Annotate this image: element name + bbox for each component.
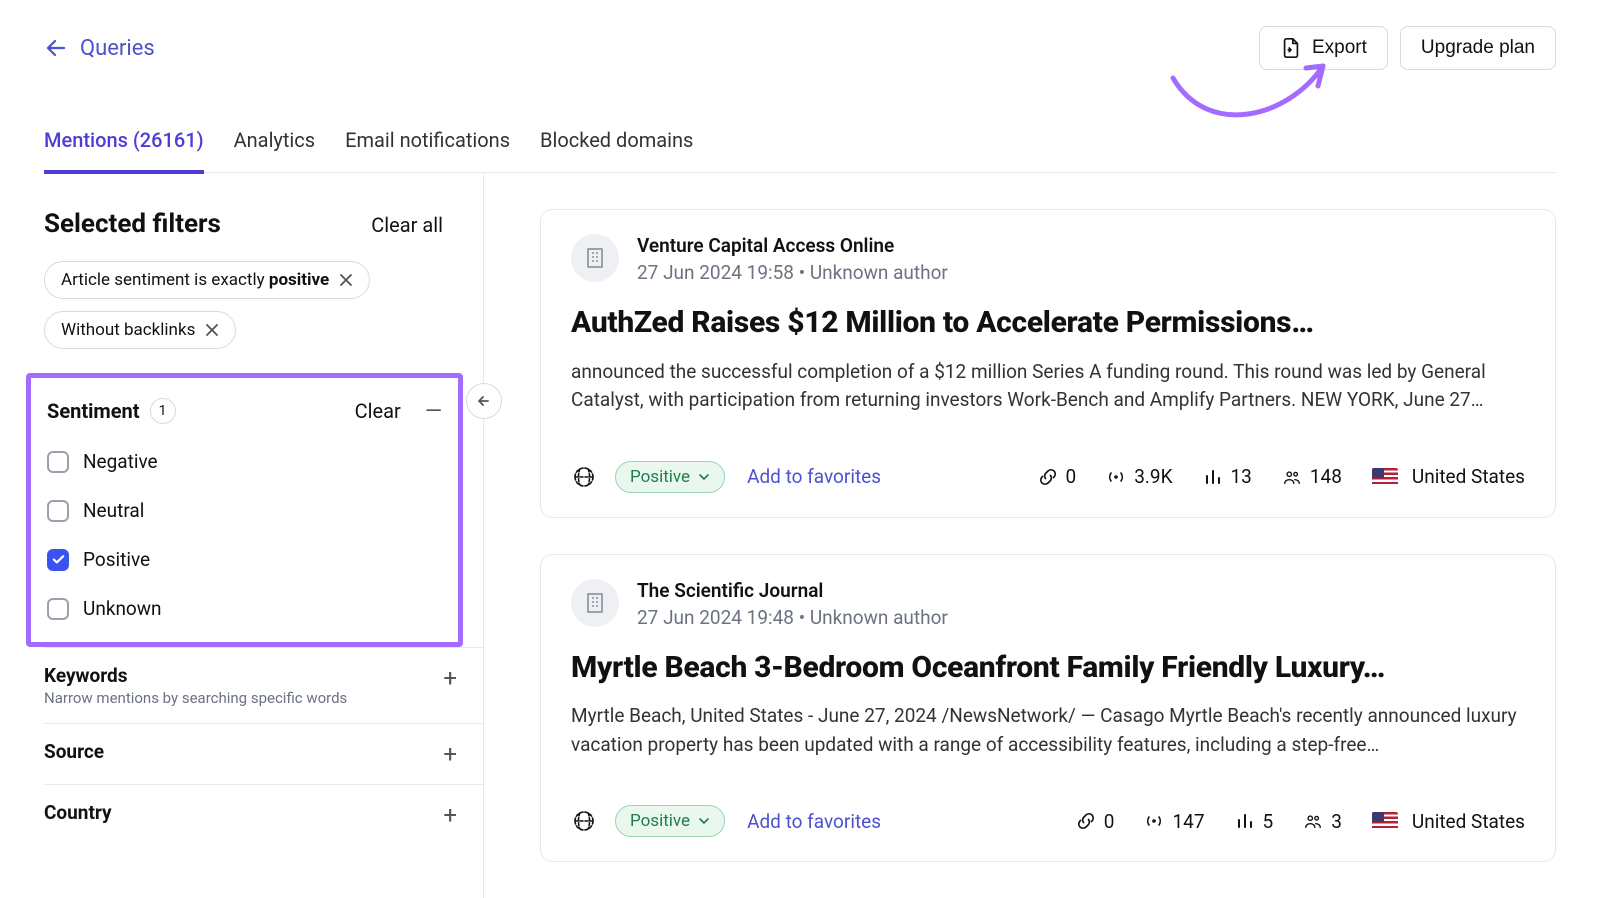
- keywords-title: Keywords: [44, 664, 347, 687]
- filters-sidebar: Selected filters Clear all Article senti…: [44, 173, 484, 898]
- broadcast-icon: [1106, 467, 1126, 487]
- building-icon: [583, 246, 607, 270]
- users-icon: [1303, 811, 1323, 831]
- metric-backlinks: 0: [1076, 810, 1115, 833]
- users-icon: [1282, 467, 1302, 487]
- mention-snippet: announced the successful completion of a…: [571, 358, 1525, 415]
- arrow-left-icon: [476, 393, 492, 409]
- upgrade-label: Upgrade plan: [1421, 37, 1535, 59]
- tabs: Mentions (26161) Analytics Email notific…: [44, 128, 1556, 173]
- link-icon: [1076, 811, 1096, 831]
- plus-icon: +: [443, 740, 457, 768]
- metric-audience: 148: [1282, 465, 1342, 488]
- metric-traffic: 5: [1235, 810, 1274, 833]
- sentiment-filter-section: Sentiment 1 Clear — Negative Neutral: [26, 373, 463, 647]
- clear-all-link[interactable]: Clear all: [371, 213, 443, 237]
- close-icon: [339, 273, 353, 287]
- metric-traffic: 13: [1203, 465, 1252, 488]
- collapse-sidebar-button[interactable]: [466, 383, 502, 419]
- plus-icon: +: [443, 801, 457, 829]
- tab-email-notifications[interactable]: Email notifications: [345, 128, 510, 172]
- sentiment-option-positive[interactable]: Positive: [47, 548, 442, 571]
- sentiment-clear-link[interactable]: Clear: [355, 399, 401, 423]
- minus-icon[interactable]: —: [425, 399, 442, 424]
- mention-card[interactable]: The Scientific Journal 27 Jun 2024 19:48…: [540, 554, 1556, 863]
- sentiment-option-neutral[interactable]: Neutral: [47, 499, 442, 522]
- building-icon: [583, 591, 607, 615]
- link-icon: [1038, 467, 1058, 487]
- checkbox-icon: [47, 598, 69, 620]
- metric-reach: 3.9K: [1106, 465, 1172, 488]
- add-to-favorites-link[interactable]: Add to favorites: [747, 810, 881, 833]
- mention-snippet: Myrtle Beach, United States - June 27, 2…: [571, 702, 1525, 759]
- export-button[interactable]: Export: [1259, 26, 1388, 70]
- mention-card[interactable]: Venture Capital Access Online 27 Jun 202…: [540, 209, 1556, 518]
- chart-icon: [1203, 467, 1223, 487]
- country-filter-section[interactable]: Country +: [44, 784, 483, 845]
- close-icon: [205, 323, 219, 337]
- selected-filters-title: Selected filters: [44, 209, 221, 239]
- publisher-icon: [571, 579, 619, 627]
- export-label: Export: [1312, 37, 1367, 59]
- metric-backlinks: 0: [1038, 465, 1077, 488]
- chevron-down-icon: [698, 815, 710, 827]
- metric-country: United States: [1372, 465, 1525, 488]
- metric-audience: 3: [1303, 810, 1342, 833]
- chip-text: Without backlinks: [61, 320, 195, 340]
- arrow-left-icon: [44, 36, 68, 60]
- add-to-favorites-link[interactable]: Add to favorites: [747, 465, 881, 488]
- source-title: Source: [44, 740, 104, 763]
- mentions-list: Venture Capital Access Online 27 Jun 202…: [484, 173, 1556, 898]
- publisher-name: The Scientific Journal: [637, 579, 948, 602]
- keywords-filter-section[interactable]: Keywords Narrow mentions by searching sp…: [44, 647, 483, 723]
- export-icon: [1280, 37, 1302, 59]
- mention-headline: Myrtle Beach 3-Bedroom Oceanfront Family…: [571, 649, 1525, 687]
- publish-meta: 27 Jun 2024 19:48 • Unknown author: [637, 606, 948, 629]
- upgrade-plan-button[interactable]: Upgrade plan: [1400, 26, 1556, 70]
- filter-chip-sentiment[interactable]: Article sentiment is exactly positive: [44, 261, 370, 299]
- sentiment-dropdown[interactable]: Positive: [615, 805, 725, 837]
- tab-blocked-domains[interactable]: Blocked domains: [540, 128, 693, 172]
- broadcast-icon: [1144, 811, 1164, 831]
- us-flag-icon: [1372, 812, 1398, 830]
- globe-icon: [571, 808, 597, 834]
- checkbox-icon: [47, 500, 69, 522]
- back-label: Queries: [80, 36, 155, 61]
- sentiment-dropdown[interactable]: Positive: [615, 461, 725, 493]
- checkbox-icon: [47, 451, 69, 473]
- sentiment-option-unknown[interactable]: Unknown: [47, 597, 442, 620]
- sentiment-count-badge: 1: [150, 398, 176, 424]
- metric-reach: 147: [1144, 810, 1204, 833]
- checkbox-checked-icon: [47, 549, 69, 571]
- publisher-icon: [571, 234, 619, 282]
- globe-icon: [571, 464, 597, 490]
- keywords-subtitle: Narrow mentions by searching specific wo…: [44, 689, 347, 707]
- mention-headline: AuthZed Raises $12 Million to Accelerate…: [571, 304, 1525, 342]
- country-title: Country: [44, 801, 112, 824]
- tab-analytics[interactable]: Analytics: [234, 128, 316, 172]
- plus-icon: +: [443, 664, 457, 692]
- us-flag-icon: [1372, 468, 1398, 486]
- chart-icon: [1235, 811, 1255, 831]
- metric-country: United States: [1372, 810, 1525, 833]
- source-filter-section[interactable]: Source +: [44, 723, 483, 784]
- chevron-down-icon: [698, 471, 710, 483]
- sentiment-option-negative[interactable]: Negative: [47, 450, 442, 473]
- publish-meta: 27 Jun 2024 19:58 • Unknown author: [637, 261, 948, 284]
- chip-text: Article sentiment is exactly positive: [61, 270, 329, 290]
- publisher-name: Venture Capital Access Online: [637, 234, 948, 257]
- sentiment-title: Sentiment: [47, 399, 140, 423]
- back-to-queries-link[interactable]: Queries: [44, 36, 155, 61]
- tab-mentions[interactable]: Mentions (26161): [44, 128, 204, 174]
- filter-chip-backlinks[interactable]: Without backlinks: [44, 311, 236, 349]
